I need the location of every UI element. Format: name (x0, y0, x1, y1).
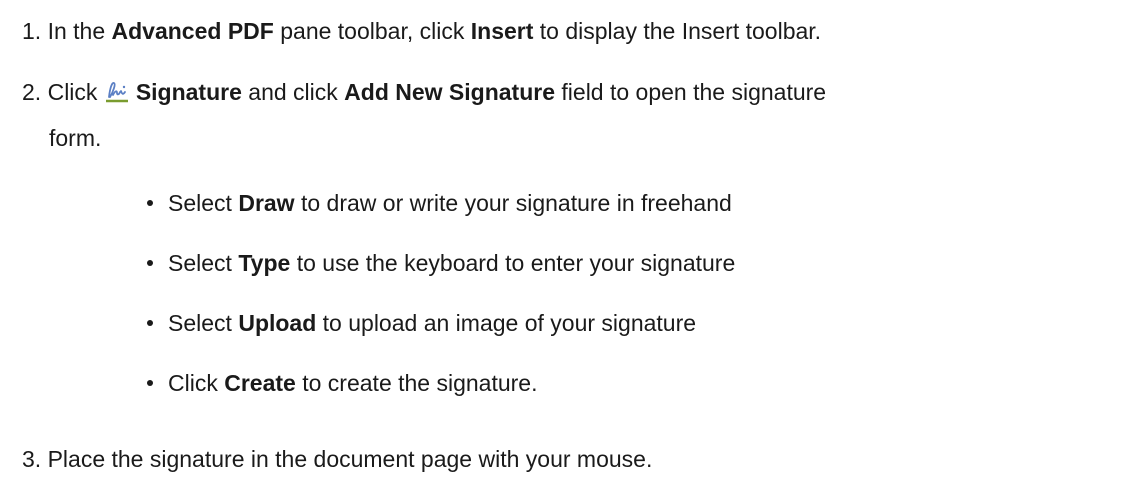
step-emphasis: Add New Signature (344, 79, 556, 105)
step-text: Click (47, 79, 104, 105)
bullet-text: Select (168, 190, 239, 216)
step-1: 1. In the Advanced PDF pane toolbar, cli… (22, 16, 821, 46)
step-emphasis: Signature (135, 79, 242, 105)
step-text: pane toolbar, click (273, 18, 471, 44)
bullet-dot (147, 260, 153, 266)
step-text: field to open the signature (555, 79, 827, 105)
bullet-dot (147, 380, 153, 386)
bullet-text: Select (168, 310, 239, 336)
step-2: 2. Click Signature and click Add New Sig… (22, 77, 826, 107)
bullet-emphasis: Create (224, 370, 296, 396)
bullet-text: Click (168, 370, 225, 396)
step-number: 1. (22, 18, 42, 44)
bullet-emphasis: Upload (238, 310, 317, 336)
signature-icon (104, 78, 130, 104)
bullet-text: to upload an image of your signature (316, 310, 697, 336)
bullet-text: to draw or write your signature in freeh… (294, 190, 732, 216)
bullet-item: Select Draw to draw or write your signat… (168, 188, 732, 218)
step-3: 3. Place the signature in the document p… (22, 444, 652, 474)
bullet-text: to create the signature. (295, 370, 538, 396)
step-text: Place the signature in the document page… (47, 446, 653, 472)
bullet-text: Select (168, 250, 239, 276)
bullet-dot (147, 200, 153, 206)
bullet-dot (147, 320, 153, 326)
bullet-emphasis: Type (238, 250, 291, 276)
bullet-item: Click Create to create the signature. (168, 368, 538, 398)
step-emphasis: Advanced PDF (111, 18, 274, 44)
bullet-emphasis: Draw (238, 190, 295, 216)
step-number: 2. (22, 79, 42, 105)
step-2-continuation: form. (49, 123, 101, 153)
step-text: In the (47, 18, 112, 44)
bullet-item: Select Upload to upload an image of your… (168, 308, 696, 338)
bullet-text: to use the keyboard to enter your signat… (290, 250, 736, 276)
step-text: and click (241, 79, 345, 105)
step-number: 3. (22, 446, 42, 472)
step-text: form. (49, 125, 102, 151)
step-emphasis: Insert (470, 18, 534, 44)
step-text: to display the Insert toolbar. (533, 18, 822, 44)
bullet-item: Select Type to use the keyboard to enter… (168, 248, 735, 278)
